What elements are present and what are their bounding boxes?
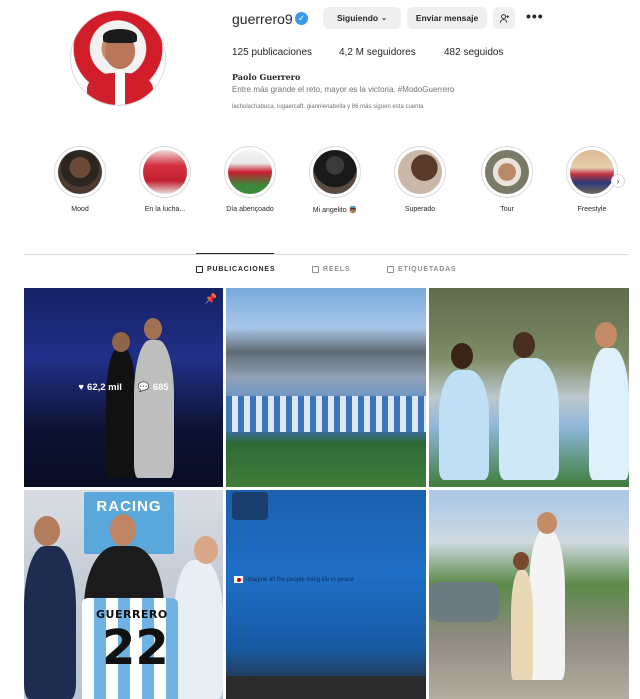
player-head [451,343,473,369]
highlight-mi-angelito[interactable]: Mi angelito 👼🏽 [307,146,363,214]
person-head [513,552,529,570]
post-thumbnail[interactable]: 📌 ♥ 62,2 mil 💬 685 [24,288,223,487]
comments-stat: 💬 685 [138,382,169,393]
car-bottom-shadow [226,676,426,699]
tab-publicaciones[interactable]: PUBLICACIONES [196,266,275,273]
highlight-label: Día abençoado [226,206,274,213]
player-head [513,332,535,358]
post-thumbnail[interactable] [429,288,629,487]
highlight-label: En la lucha... [144,206,186,213]
profile-username: guerrero9 [232,11,293,27]
highlight-dia-abencoado[interactable]: Día abençoado [222,146,278,213]
car-caption-text: Imagine all the people living life in pe… [246,577,354,584]
following-button-label: Siguiendo [337,13,379,23]
highlight-en-la-lucha[interactable]: En la lucha... [137,146,193,213]
highlight-thumbnail [485,150,529,194]
likes-count: 62,2 mil [87,382,122,393]
person-head [194,536,218,564]
highlight-thumbnail [570,150,614,194]
player-silhouette [499,358,559,480]
profile-bio: Entre más grande el reto, mayor es la vi… [232,85,455,94]
jersey-number: 22 [102,620,169,676]
player-silhouette [439,370,489,480]
chevron-right-icon[interactable]: › [611,174,625,188]
add-person-button[interactable] [493,7,515,29]
car-caption: Imagine all the people living life in pe… [234,576,354,583]
profile-avatar[interactable] [70,10,166,106]
followed-by-text[interactable]: lacholachabuca, lugaercaft, giannienabel… [232,104,423,110]
tagged-icon [387,266,394,273]
comment-icon: 💬 [137,382,150,393]
person-silhouette [174,560,223,699]
active-tab-indicator [196,253,274,254]
avatar-shirt-stripe [115,71,125,105]
post-thumbnail[interactable] [429,490,629,699]
tab-label: PUBLICACIONES [207,266,276,273]
person-plus-icon [499,13,509,23]
person-head [110,514,136,546]
highlight-thumbnail [58,150,102,194]
tabs-divider [24,254,629,255]
more-options-icon[interactable]: ••• [526,8,544,24]
car-mirror [232,492,268,520]
person-head [34,516,60,546]
post-hover-stats: ♥ 62,2 mil 💬 685 [24,382,223,393]
avatar-hair [103,29,137,43]
highlight-thumbnail [398,150,442,194]
comments-count: 685 [152,382,169,393]
person-head [537,512,557,534]
highlight-label: Mi angelito 👼🏽 [312,207,358,214]
stadium-banners [226,396,426,432]
parked-car [429,582,499,622]
pin-icon: 📌 [204,294,217,305]
posts-count: 125 publicaciones [232,47,313,58]
person-silhouette [529,530,565,680]
post-thumbnail[interactable]: RACING GUERRERO 22 [24,490,223,699]
player-silhouette [589,348,629,480]
tab-etiquetadas[interactable]: ETIQUETADAS [387,266,456,273]
highlight-thumbnail [313,150,357,194]
highlight-thumbnail [143,150,187,194]
chevron-down-icon: ⌄ [381,15,387,22]
post-thumbnail[interactable]: Imagine all the people living life in pe… [226,490,426,699]
verified-badge-icon: ✓ [295,12,308,25]
send-message-button[interactable]: Enviar mensaje [407,7,487,29]
profile-full-name: Paolo Guerrero [232,72,301,82]
tab-label: REELS [323,266,351,273]
send-message-label: Enviar mensaje [415,13,479,23]
followers-link[interactable]: 4,2 M seguidores [339,47,416,58]
heart-icon: ♥ [78,382,85,393]
japan-flag-icon [234,576,243,583]
following-button[interactable]: Siguiendo ⌄ [323,7,401,29]
tab-label: ETIQUETADAS [398,266,457,273]
following-link[interactable]: 482 seguidos [444,47,504,58]
highlight-label: Tour [500,206,514,213]
highlight-superado[interactable]: Superado [392,146,448,213]
grid-icon [196,266,203,273]
player-head [595,322,617,348]
person-silhouette [24,546,76,699]
likes-stat: ♥ 62,2 mil [78,382,122,393]
highlight-thumbnail [228,150,272,194]
reels-icon [312,266,319,273]
highlight-label: Freestyle [577,206,607,213]
highlight-tour[interactable]: Tour [479,146,535,213]
post-thumbnail[interactable] [226,288,426,487]
highlight-mood[interactable]: Mood [52,146,108,213]
highlight-label: Mood [71,206,89,213]
person-silhouette [511,570,533,680]
highlight-label: Superado [404,206,436,213]
tab-reels[interactable]: REELS [312,266,350,273]
